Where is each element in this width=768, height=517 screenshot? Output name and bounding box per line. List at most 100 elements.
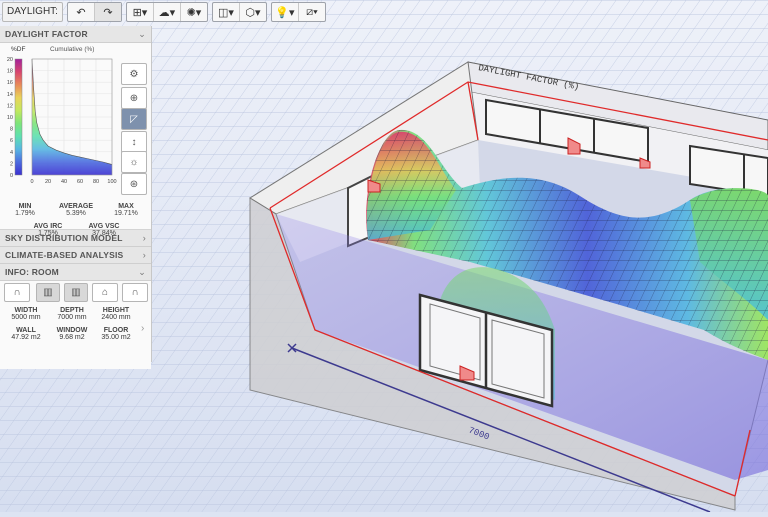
box-view-icon[interactable]: ⬡▾ (240, 3, 266, 21)
y-tick-label: 12 (7, 103, 13, 109)
height-cell: HEIGHT 2400 mm (96, 307, 136, 321)
x-tick-label: 20 (45, 179, 51, 185)
y-tick-label: 14 (7, 92, 13, 98)
sky-icon[interactable]: ☁▾ (154, 3, 181, 21)
sun-button[interactable]: ☼ (121, 151, 147, 173)
chevron-right-icon[interactable]: › (141, 323, 144, 334)
chevron-right-icon: › (142, 250, 146, 260)
depth-value: 7000 mm (57, 314, 87, 321)
view-tools-group: ⊞▾ ☁▾ ✺▾ (125, 2, 208, 22)
y-tick-label: 2 (10, 161, 13, 167)
x-tick-label: 40 (61, 179, 67, 185)
min-value: 1.79% (15, 210, 35, 217)
width-label: WIDTH (14, 307, 38, 314)
y-tick-label: 20 (7, 57, 13, 63)
wall-label: WALL (16, 327, 36, 334)
zoom-button[interactable]: ⊛ (121, 173, 147, 195)
irc-stat: AVG IRC 1.75% (28, 223, 68, 237)
x-tick-label: 80 (93, 179, 99, 185)
width-cell: WIDTH 5000 mm (6, 307, 46, 321)
room-type-2-button[interactable]: ▥ (64, 283, 88, 302)
average-stat: AVERAGE 5.39% (54, 203, 98, 217)
window-cell: WINDOW 9.68 m2 (52, 327, 92, 341)
daylight-factor-title: DAYLIGHT FACTOR (5, 29, 88, 39)
room-type-1-button[interactable]: ▥ (36, 283, 60, 302)
undo-icon[interactable]: ↶ (68, 3, 95, 21)
grid-view-icon[interactable]: ⊞▾ (127, 3, 154, 21)
y-tick-label: 4 (10, 150, 13, 156)
chevron-down-icon: ⌄ (138, 266, 146, 277)
floor-cell: FLOOR 35.00 m2 (96, 327, 136, 341)
camera-view-icon[interactable]: ◫▾ (213, 3, 240, 21)
room-type-3-button[interactable]: ⌂ (92, 283, 118, 302)
scale-button[interactable]: ↕ (121, 131, 147, 153)
y-tick-label: 16 (7, 80, 13, 86)
room-icon: ▥ (43, 287, 53, 298)
gear-icon: ⚙ (129, 68, 139, 80)
room-icon: ▥ (71, 287, 81, 298)
light-bulb-icon[interactable]: 💡▾ (272, 3, 299, 21)
wall-cell: WALL 47.92 m2 (6, 327, 46, 341)
info-room-section: ∩ ▥ ▥ ⌂ ∩ WIDTH 5000 mm DEPTH 7000 mm HE… (0, 281, 151, 369)
depth-cell: DEPTH 7000 mm (52, 307, 92, 321)
vsc-stat: AVG VSC 37.84% (82, 223, 126, 237)
x-tick-label: 100 (107, 179, 116, 185)
y-tick-label: 18 (7, 69, 13, 75)
crosshair-icon: ⊕ (129, 92, 139, 104)
chart-ylabel: %DF (11, 46, 26, 53)
x-tick-label: 60 (77, 179, 83, 185)
side-panel: DAYLIGHT FACTOR ⌄ %DF Cumulative (%) 20 1… (0, 26, 152, 369)
redo-icon[interactable]: ↷ (94, 3, 121, 21)
magnet-button[interactable]: ∩ (4, 283, 30, 302)
floor-label: FLOOR (103, 327, 129, 334)
depth-label: DEPTH (60, 307, 84, 314)
vsc-value: 37.84% (92, 230, 116, 237)
daylight-factor-header[interactable]: DAYLIGHT FACTOR ⌄ (0, 26, 151, 43)
height-value: 2400 mm (101, 314, 131, 321)
chevron-down-icon: ⌄ (138, 28, 146, 39)
daylight-factor-chart: 201816141210864200 20 40 60 80 100 (7, 57, 117, 185)
irc-label: AVG IRC (33, 223, 63, 230)
climate-analysis-title: CLIMATE-BASED ANALYSIS (5, 250, 124, 260)
daylight-factor-section: %DF Cumulative (%) 20 18 16 14 12 10 8 6 4 2 0 0 20 4… (0, 43, 151, 237)
height-label: HEIGHT (102, 307, 130, 314)
arch-icon: ⌂ (101, 287, 109, 298)
max-stat: MAX 19.71% (108, 203, 144, 217)
arch-icon: ∩ (131, 287, 139, 298)
min-label: MIN (18, 203, 32, 210)
analysis-tools-group: 💡▾ ⧄▾ (270, 2, 326, 22)
min-stat: MIN 1.79% (10, 203, 40, 217)
scale-icon: ↕ (131, 136, 137, 148)
max-label: MAX (118, 203, 134, 210)
window-value: 9.68 m2 (59, 334, 85, 341)
sky-distribution-header[interactable]: SKY DISTRIBUTION MODEL › (0, 230, 151, 247)
irc-value: 1.75% (38, 230, 58, 237)
max-value: 19.71% (114, 210, 138, 217)
settings-gear-button[interactable]: ⚙ (121, 63, 147, 85)
sun-settings-icon[interactable]: ✺▾ (181, 3, 207, 21)
section-view-button[interactable]: ◸ (121, 108, 147, 130)
room-type-4-button[interactable]: ∩ (122, 283, 148, 302)
chart-title: Cumulative (%) (50, 46, 95, 53)
y-tick-label: 10 (7, 115, 13, 121)
mode-label: DAYLIGHT: (2, 2, 63, 22)
chevron-right-icon: › (142, 233, 146, 243)
section-icon: ◸ (130, 113, 138, 125)
y-tick-label: 6 (10, 138, 13, 144)
info-room-header[interactable]: INFO: ROOM ⌄ (0, 264, 151, 281)
climate-analysis-header[interactable]: CLIMATE-BASED ANALYSIS › (0, 247, 151, 264)
analysis-grid-icon[interactable]: ⧄▾ (299, 3, 325, 21)
info-room-title: INFO: ROOM (5, 267, 59, 277)
average-value: 5.39% (66, 210, 86, 217)
target-button[interactable]: ⊕ (121, 87, 147, 109)
floor-value: 35.00 m2 (101, 334, 131, 341)
y-tick-label: 8 (10, 127, 13, 133)
top-toolbar: DAYLIGHT: ↶ ↷ ⊞▾ ☁▾ ✺▾ ◫▾ ⬡▾ 💡▾ ⧄▾ (0, 0, 326, 24)
vsc-label: AVG VSC (88, 223, 120, 230)
wall-value: 47.92 m2 (11, 334, 41, 341)
colour-scale-bar (14, 58, 23, 176)
zoom-icon: ⊛ (129, 178, 139, 190)
magnet-icon: ∩ (13, 287, 21, 298)
average-label: AVERAGE (58, 203, 94, 210)
window-label: WINDOW (56, 327, 88, 334)
